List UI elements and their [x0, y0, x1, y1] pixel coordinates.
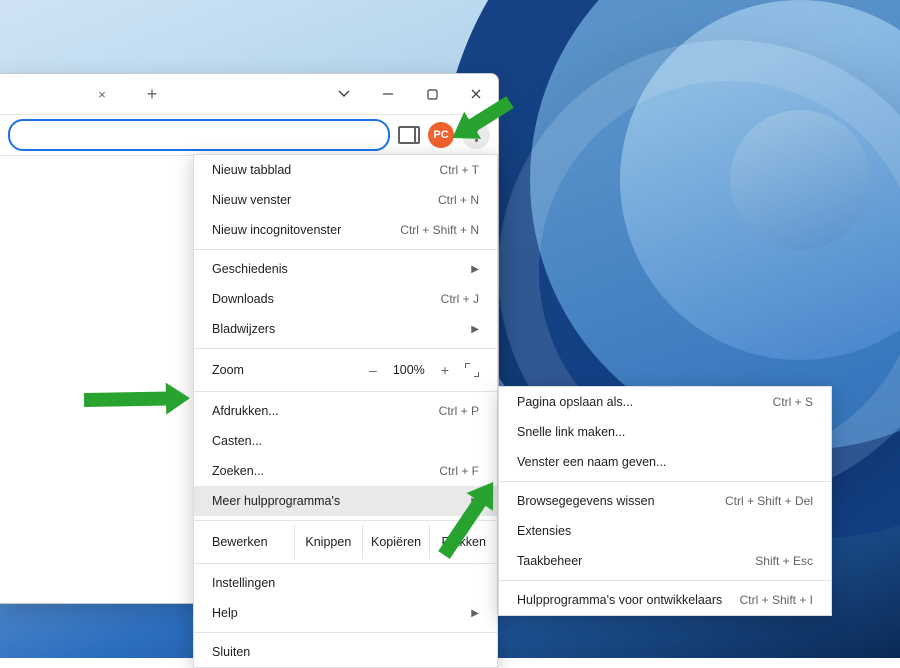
menu-find[interactable]: Zoeken...Ctrl + F — [194, 456, 497, 486]
menu-new-incognito[interactable]: Nieuw incognitovensterCtrl + Shift + N — [194, 215, 497, 245]
chevron-down-icon — [338, 88, 350, 100]
menu-bookmarks[interactable]: Bladwijzers▶ — [194, 314, 497, 344]
toolbar: PC — [0, 115, 498, 156]
zoom-in-button[interactable]: + — [441, 362, 449, 378]
browser-tab[interactable]: × — [0, 74, 124, 114]
desktop: × + PC Nieuw tabbladCtrl + T Nieuw venst… — [0, 0, 900, 658]
menu-zoom: Zoom – 100% + — [194, 353, 497, 387]
menu-history[interactable]: Geschiedenis▶ — [194, 254, 497, 284]
submenu-clear-browsing-data[interactable]: Browsegegevens wissenCtrl + Shift + Del — [499, 486, 831, 516]
zoom-level: 100% — [393, 363, 425, 377]
side-panel-icon[interactable] — [398, 126, 420, 144]
menu-help[interactable]: Help▶ — [194, 598, 497, 628]
annotation-arrow — [84, 392, 170, 407]
chevron-right-icon: ▶ — [471, 324, 479, 335]
titlebar: × + — [0, 74, 498, 115]
tab-close-icon[interactable]: × — [94, 86, 110, 102]
submenu-create-link[interactable]: Snelle link maken... — [499, 417, 831, 447]
menu-new-window[interactable]: Nieuw vensterCtrl + N — [194, 185, 497, 215]
fullscreen-icon[interactable] — [465, 363, 479, 377]
submenu-save-page[interactable]: Pagina opslaan als...Ctrl + S — [499, 387, 831, 417]
menu-more-tools[interactable]: Meer hulpprogramma's▶ — [194, 486, 497, 516]
menu-exit[interactable]: Sluiten — [194, 637, 497, 667]
menu-print[interactable]: Afdrukken...Ctrl + P — [194, 396, 497, 426]
chevron-right-icon: ▶ — [471, 608, 479, 619]
more-tools-submenu: Pagina opslaan als...Ctrl + S Snelle lin… — [498, 386, 832, 616]
edit-cut-button[interactable]: Knippen — [294, 525, 362, 559]
menu-new-tab[interactable]: Nieuw tabbladCtrl + T — [194, 155, 497, 185]
zoom-out-button[interactable]: – — [369, 362, 377, 378]
tab-search-button[interactable] — [322, 74, 366, 114]
window-maximize-button[interactable] — [410, 74, 454, 114]
app-menu: Nieuw tabbladCtrl + T Nieuw vensterCtrl … — [193, 154, 498, 668]
menu-settings[interactable]: Instellingen — [194, 568, 497, 598]
menu-downloads[interactable]: DownloadsCtrl + J — [194, 284, 497, 314]
submenu-dev-tools[interactable]: Hulpprogramma's voor ontwikkelaarsCtrl +… — [499, 585, 831, 615]
edit-label: Bewerken — [194, 535, 294, 549]
chevron-right-icon: ▶ — [471, 264, 479, 275]
window-minimize-button[interactable] — [366, 74, 410, 114]
address-bar[interactable] — [8, 119, 390, 151]
new-tab-button[interactable]: + — [138, 80, 166, 108]
zoom-label: Zoom — [212, 363, 244, 377]
submenu-task-manager[interactable]: TaakbeheerShift + Esc — [499, 546, 831, 576]
submenu-extensions[interactable]: Extensies — [499, 516, 831, 546]
edit-copy-button[interactable]: Kopiëren — [362, 525, 430, 559]
menu-cast[interactable]: Casten... — [194, 426, 497, 456]
submenu-name-window[interactable]: Venster een naam geven... — [499, 447, 831, 477]
